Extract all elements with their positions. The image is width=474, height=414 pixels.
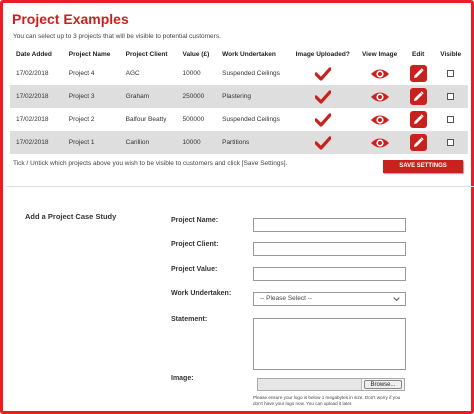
visible-checkbox[interactable] — [447, 92, 455, 100]
edit-cell — [403, 62, 433, 85]
client-cell: Balfour Beatty — [125, 116, 167, 123]
eye-icon[interactable] — [370, 136, 390, 150]
col-view-image: View Image — [361, 50, 398, 58]
table-header-row: Date Added Project Name Project Client V… — [10, 46, 468, 62]
client-cell: Graham — [119, 85, 177, 108]
page-frame: Project Examples You can select up to 3 … — [0, 0, 474, 414]
pencil-icon — [413, 114, 424, 124]
visible-cell — [433, 131, 468, 154]
instructions-text: Tick / Untick which projects above you w… — [13, 160, 288, 167]
work-undertaken-value: -- Please Select -- — [260, 295, 313, 302]
edit-button[interactable] — [409, 111, 427, 128]
eye-icon[interactable] — [370, 113, 390, 127]
col-visible: Visible — [440, 50, 462, 58]
checkmark-icon — [314, 66, 331, 81]
section-divider — [6, 186, 474, 187]
view-image-cell — [356, 108, 403, 131]
value-cell: 10000 — [176, 131, 217, 154]
col-edit: Edit — [412, 50, 425, 58]
visible-cell — [433, 108, 468, 131]
edit-button[interactable] — [409, 88, 427, 105]
client-cell: AGC — [125, 70, 140, 77]
table-row: 17/02/2018 Project 2 Balfour Beatty 500000 S… — [10, 108, 468, 131]
visible-checkbox[interactable] — [447, 115, 455, 123]
work-undertaken-label: Work Undertaken: — [171, 290, 232, 297]
value-cell: 10000 — [182, 70, 201, 77]
visible-checkbox[interactable] — [447, 69, 455, 77]
edit-cell — [402, 85, 434, 108]
col-work-undertaken: Work Undertaken — [222, 50, 276, 58]
date-cell: 17/02/2018 — [16, 70, 49, 77]
work-undertaken-select[interactable]: -- Please Select -- — [253, 292, 406, 306]
visible-cell — [433, 85, 468, 108]
client-cell: Carillion — [119, 131, 177, 154]
date-cell: 17/02/2018 — [10, 131, 63, 154]
eye-icon[interactable] — [370, 90, 390, 104]
project-name-cell: Project 2 — [68, 116, 95, 123]
chevron-down-icon — [393, 297, 400, 302]
work-cell: Suspended Ceilings — [222, 70, 280, 77]
table-row: 17/02/2018 Project 1 Carillion 10000 Partiti… — [10, 131, 468, 154]
pencil-icon — [413, 137, 424, 147]
project-name-cell: Project 3 — [62, 85, 120, 108]
project-name-label: Project Name: — [171, 217, 219, 224]
project-name-cell: Project 4 — [68, 70, 95, 77]
save-settings-button[interactable]: SAVE SETTINGS — [383, 160, 463, 173]
date-cell: 17/02/2018 — [10, 85, 63, 108]
image-label: Image: — [171, 375, 194, 382]
col-value: Value (£) — [182, 50, 210, 58]
checkmark-icon — [314, 89, 331, 104]
edit-button[interactable] — [409, 65, 427, 82]
table-row: 17/02/2018 Project 4 AGC 10000 Suspended Cei… — [10, 62, 468, 85]
pencil-icon — [413, 68, 424, 78]
work-cell: Partitions — [216, 131, 290, 154]
statement-label: Statement: — [171, 316, 208, 323]
checkmark-icon — [314, 135, 331, 150]
image-uploaded-cell — [289, 62, 356, 85]
date-cell: 17/02/2018 — [16, 116, 49, 123]
file-name-display — [258, 379, 362, 390]
case-study-title: Add a Project Case Study — [25, 212, 117, 221]
view-image-cell — [356, 131, 403, 154]
view-image-cell — [356, 85, 403, 108]
visible-cell — [433, 62, 468, 85]
project-name-cell: Project 1 — [62, 131, 120, 154]
image-uploaded-cell — [289, 85, 357, 108]
project-value-input[interactable] — [253, 267, 406, 281]
edit-button[interactable] — [409, 134, 427, 151]
view-image-cell — [356, 62, 403, 85]
col-date-added: Date Added — [16, 50, 52, 58]
project-client-input[interactable] — [253, 242, 406, 256]
intro-text: You can select up to 3 projects that wil… — [13, 33, 221, 40]
col-image-uploaded: Image Uploaded? — [295, 50, 350, 58]
edit-cell — [403, 108, 433, 131]
statement-textarea[interactable] — [253, 318, 406, 370]
projects-table: Date Added Project Name Project Client V… — [10, 46, 468, 154]
col-project-name: Project Name — [68, 50, 111, 58]
col-project-client: Project Client — [125, 50, 168, 58]
visible-checkbox[interactable] — [447, 138, 455, 146]
page-title: Project Examples — [12, 11, 129, 27]
image-file-input[interactable]: Browse... — [257, 378, 405, 391]
project-name-input[interactable] — [253, 218, 406, 232]
edit-cell — [402, 131, 434, 154]
value-cell: 250000 — [176, 85, 217, 108]
work-cell: Plastering — [216, 85, 290, 108]
image-uploaded-cell — [289, 131, 357, 154]
pencil-icon — [413, 91, 424, 101]
browse-button[interactable]: Browse... — [364, 380, 402, 389]
table-row: 17/02/2018 Project 3 Graham 250000 Plasterin… — [10, 85, 468, 108]
project-client-label: Project Client: — [171, 241, 219, 248]
value-cell: 500000 — [182, 116, 205, 123]
eye-icon[interactable] — [370, 67, 390, 81]
work-cell: Suspended Ceilings — [222, 116, 280, 123]
project-value-label: Project Value: — [171, 266, 218, 273]
image-uploaded-cell — [289, 108, 356, 131]
checkmark-icon — [314, 112, 331, 127]
image-size-note: Please ensure your logo is below 1 megab… — [253, 395, 401, 406]
